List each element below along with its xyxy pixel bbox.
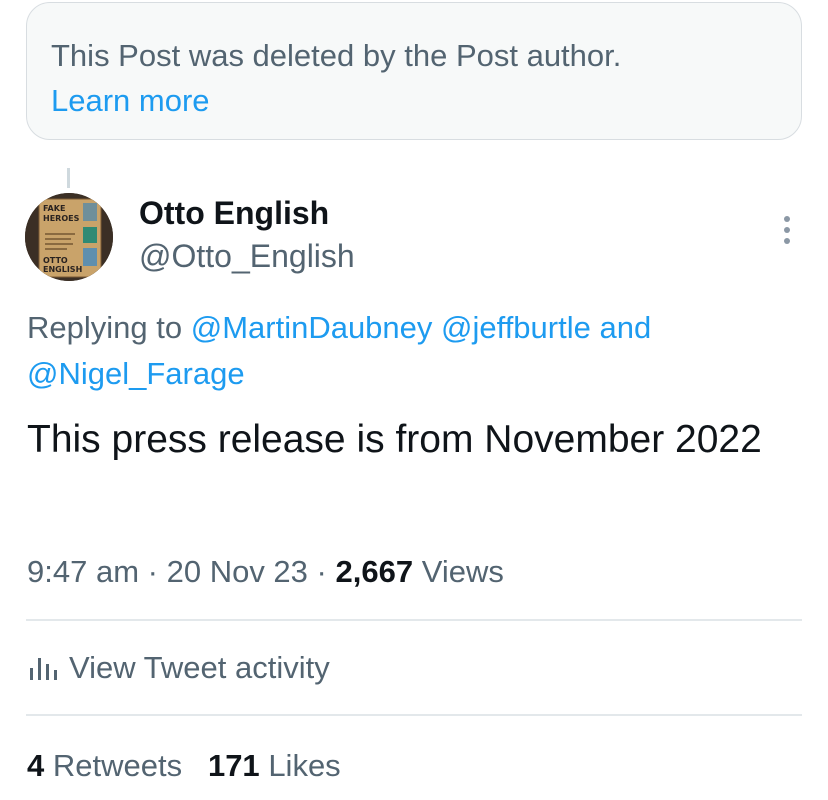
views-count: 2,667: [335, 554, 414, 589]
likes-stat[interactable]: 171 Likes: [208, 748, 341, 783]
author-name[interactable]: Otto English: [139, 193, 329, 233]
mention-martindaubney[interactable]: @MartinDaubney: [191, 310, 433, 345]
svg-text:FAKE: FAKE: [43, 204, 65, 213]
likes-label: Likes: [268, 748, 341, 783]
deleted-post-notice: This Post was deleted by the Post author…: [26, 2, 802, 140]
divider: [26, 714, 802, 716]
tweet-text: This press release is from November 2022: [27, 418, 762, 461]
view-tweet-activity-button[interactable]: View Tweet activity: [27, 645, 330, 691]
more-vertical-icon: [784, 216, 790, 244]
replying-to-line: Replying to @MartinDaubney @jeffburtle a…: [27, 305, 797, 397]
book-cover-avatar-icon: FAKE HEROES OTTO ENGLISH: [25, 193, 113, 281]
tweet-time[interactable]: 9:47 am: [27, 554, 139, 589]
mention-jeffburtle[interactable]: @jeffburtle: [441, 310, 591, 345]
meta-separator: ·: [147, 554, 158, 589]
replying-to-label: Replying to: [27, 310, 183, 345]
tweet-date[interactable]: 20 Nov 23: [167, 554, 308, 589]
avatar[interactable]: FAKE HEROES OTTO ENGLISH: [25, 193, 113, 281]
tweet-metadata: 9:47 am · 20 Nov 23 · 2,667 Views: [27, 551, 504, 593]
svg-text:ENGLISH: ENGLISH: [43, 265, 82, 274]
bar-chart-icon: [30, 658, 57, 680]
meta-separator: ·: [316, 554, 327, 589]
retweets-label: Retweets: [52, 748, 183, 783]
retweets-count: 4: [27, 748, 45, 783]
view-tweet-activity-label: View Tweet activity: [69, 650, 330, 685]
divider: [26, 619, 802, 621]
deleted-notice-text: This Post was deleted by the Post author…: [51, 38, 622, 73]
views-label: Views: [421, 554, 504, 589]
thread-connector-line: [67, 168, 70, 188]
engagement-stats: 4 Retweets 171 Likes: [27, 743, 341, 789]
replying-joiner[interactable]: and: [599, 310, 651, 345]
author-handle[interactable]: @Otto_English: [139, 236, 355, 276]
more-options-button[interactable]: [772, 208, 802, 252]
svg-text:HEROES: HEROES: [43, 214, 80, 223]
retweets-stat[interactable]: 4 Retweets: [27, 748, 182, 783]
mention-nigel-farage[interactable]: @Nigel_Farage: [27, 356, 245, 391]
learn-more-link[interactable]: Learn more: [51, 79, 210, 123]
svg-text:OTTO: OTTO: [43, 256, 68, 265]
likes-count: 171: [207, 748, 260, 783]
